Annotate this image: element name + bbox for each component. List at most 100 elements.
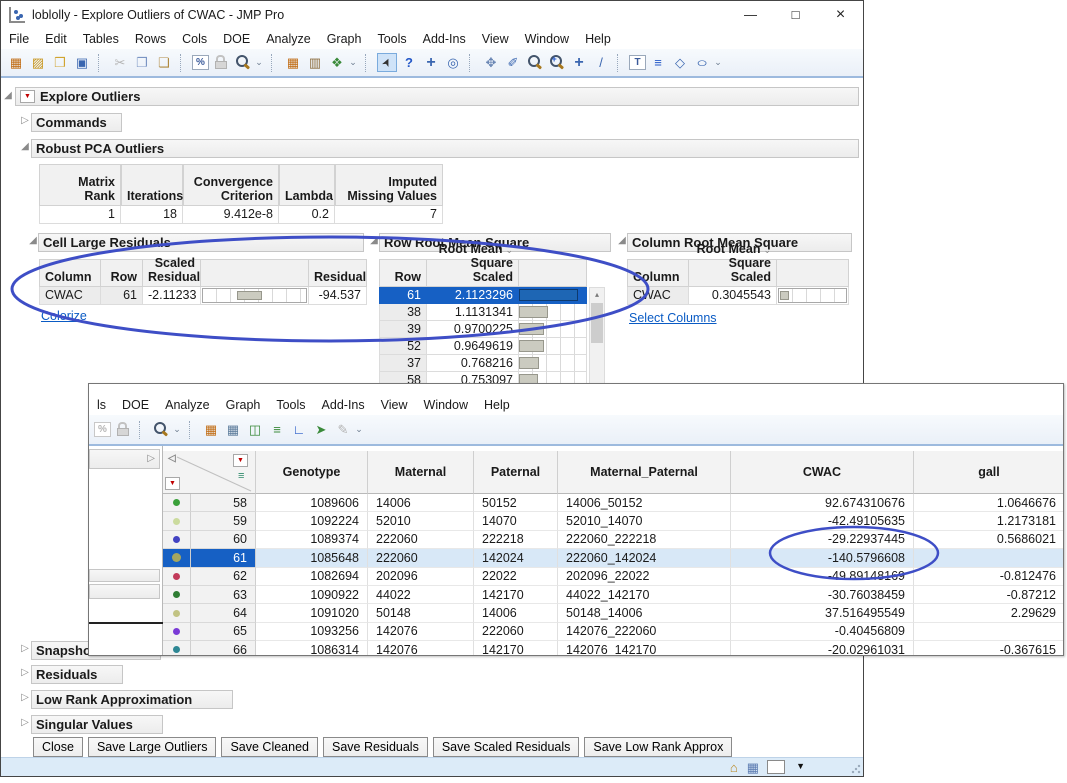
cell-paternal[interactable]: 142170 — [474, 586, 558, 604]
row-state-cell[interactable] — [163, 586, 191, 604]
menu-item-view[interactable]: View — [474, 32, 517, 46]
rows-panel-header-edge[interactable] — [89, 569, 160, 582]
row-state-dot-icon[interactable] — [172, 553, 181, 562]
cell-maternal[interactable]: 44022 — [368, 586, 474, 604]
cell-genotype[interactable]: 1092224 — [256, 512, 368, 530]
row-number-cell[interactable]: 65 — [191, 623, 256, 641]
menu-item-graph[interactable]: Graph — [319, 32, 370, 46]
zoom-in-tool-icon[interactable]: + — [547, 53, 567, 72]
summary-icon[interactable]: ▦ — [223, 420, 243, 439]
menu-item-tools[interactable]: Tools — [369, 32, 414, 46]
lock-icon[interactable] — [211, 53, 231, 72]
table-menu-item-view[interactable]: View — [373, 398, 416, 412]
edit-script-icon[interactable]: ✎ — [333, 420, 353, 439]
save-large-outliers-button[interactable]: Save Large Outliers — [88, 737, 216, 757]
cell-maternal_paternal[interactable]: 202096_22022 — [558, 568, 731, 586]
row-number-cell[interactable]: 60 — [191, 531, 256, 549]
row-number-cell[interactable]: 59 — [191, 512, 256, 530]
column-justify-icon[interactable]: ≡ — [238, 470, 244, 482]
column-header-maternal-paternal[interactable]: Maternal_Paternal — [558, 451, 731, 494]
col-header[interactable]: Residual — [309, 259, 367, 287]
cell-genotype[interactable]: 1090922 — [256, 586, 368, 604]
save-icon[interactable]: ▣ — [72, 53, 92, 72]
cell-gall[interactable]: -0.367615 — [914, 641, 1063, 655]
cell-paternal[interactable]: 222060 — [474, 623, 558, 641]
disclosure-closed-icon[interactable]: ▷ — [20, 667, 30, 678]
scrollbar-thumb[interactable] — [591, 303, 603, 343]
toolbar-overflow-icon[interactable]: ⌄ — [348, 57, 358, 68]
col-header[interactable]: Root Mean⌄ Square Scaled — [689, 259, 777, 287]
column-header-genotype[interactable]: Genotype — [256, 451, 368, 494]
row-number-cell[interactable]: 58 — [191, 494, 256, 512]
cell-gall[interactable] — [914, 623, 1063, 641]
cell-maternal_paternal[interactable]: 142076_222060 — [558, 623, 731, 641]
cell-paternal[interactable]: 14070 — [474, 512, 558, 530]
cell-paternal[interactable]: 142024 — [474, 549, 558, 567]
maximize-button[interactable]: □ — [773, 1, 818, 29]
row-state-cell[interactable] — [163, 641, 191, 655]
row-state-cell[interactable] — [163, 568, 191, 586]
explore-outliers-header[interactable]: ▼ Explore Outliers — [15, 87, 859, 106]
cell-maternal_paternal[interactable]: 52010_14070 — [558, 512, 731, 530]
close-button[interactable]: × — [818, 1, 863, 29]
sort-icon[interactable]: ⌄ — [763, 245, 771, 255]
cell-genotype[interactable]: 1091020 — [256, 604, 368, 622]
home-icon[interactable]: ⌂ — [730, 759, 738, 777]
copy-icon[interactable]: ❐ — [132, 53, 152, 72]
robust-pca-header[interactable]: Robust PCA Outliers — [31, 139, 859, 158]
cell-gall[interactable]: -0.812476 — [914, 568, 1063, 586]
cell-paternal[interactable]: 14006 — [474, 604, 558, 622]
toolbar-overflow-icon[interactable]: ⌄ — [354, 424, 364, 435]
col-header-bar[interactable] — [519, 259, 587, 287]
cell-cwac[interactable]: 37.516495549 — [731, 604, 914, 622]
col-header[interactable]: ScaledResidual — [143, 259, 201, 287]
cell-residual[interactable]: -94.537 — [309, 287, 367, 305]
plot-yx-icon[interactable]: ∟ — [289, 420, 309, 439]
cell-genotype[interactable]: 1082694 — [256, 568, 368, 586]
columns-red-triangle-icon[interactable]: ▼ — [233, 454, 248, 467]
rms-value[interactable]: 0.9649619 — [427, 338, 519, 355]
menu-item-cols[interactable]: Cols — [174, 32, 215, 46]
new-script-icon[interactable]: ▨ — [28, 53, 48, 72]
rms-row-number[interactable]: 52 — [379, 338, 427, 355]
arrow-tool-icon[interactable]: ➤ — [377, 53, 397, 72]
cell-maternal_paternal[interactable]: 142076_142170 — [558, 641, 731, 655]
row-state-cell[interactable] — [163, 623, 191, 641]
colorize-link[interactable]: Colorize — [41, 309, 87, 323]
paste-icon[interactable]: ❏ — [154, 53, 174, 72]
disclosure-open-icon[interactable]: ◢ — [369, 235, 379, 246]
cell-maternal[interactable]: 52010 — [368, 512, 474, 530]
panel-header-singular-values[interactable]: Singular Values — [31, 715, 163, 734]
hand-tool-icon[interactable]: ✥ — [481, 53, 501, 72]
search-icon[interactable] — [151, 420, 171, 439]
cell-row[interactable]: 61 — [101, 287, 143, 305]
cell-maternal_paternal[interactable]: 44022_142170 — [558, 586, 731, 604]
columns-panel-header-edge[interactable] — [89, 584, 160, 599]
window-layout-icon[interactable]: ◫ — [245, 420, 265, 439]
rms-value[interactable]: 2.1123296 — [427, 287, 519, 304]
menu-item-window[interactable]: Window — [517, 32, 577, 46]
cell-cwac[interactable]: 92.674310676 — [731, 494, 914, 512]
preferences-icon[interactable]: % — [192, 55, 209, 70]
journal-icon[interactable]: ▥ — [305, 53, 325, 72]
cell-cwac[interactable]: -0.40456809 — [731, 623, 914, 641]
cell-maternal[interactable]: 222060 — [368, 531, 474, 549]
rms-row-number[interactable]: 39 — [379, 321, 427, 338]
col-header[interactable]: Row — [379, 259, 427, 287]
col-header[interactable]: Row — [101, 259, 143, 287]
table-menu-item-add-ins[interactable]: Add-Ins — [314, 398, 373, 412]
col-header[interactable]: Root Mean⌄ Square Scaled — [427, 259, 519, 287]
row-number-cell[interactable]: 63 — [191, 586, 256, 604]
column-header-gall[interactable]: gall — [914, 451, 1063, 494]
cell-gall[interactable]: 1.0646676 — [914, 494, 1063, 512]
cell-cwac[interactable]: -140.5796608 — [731, 549, 914, 567]
panel-header-low-rank-approximation[interactable]: Low Rank Approximation — [31, 690, 233, 709]
row-rms-row[interactable]: 381.1131341 — [379, 304, 587, 321]
row-rms-row[interactable]: 390.9700225 — [379, 321, 587, 338]
column-header-maternal[interactable]: Maternal — [368, 451, 474, 494]
cell-maternal_paternal[interactable]: 50148_14006 — [558, 604, 731, 622]
scroll-up-icon[interactable]: ▴ — [590, 288, 604, 302]
disclosure-closed-icon[interactable]: ▷ — [20, 643, 30, 654]
cell-maternal_paternal[interactable]: 14006_50152 — [558, 494, 731, 512]
data-table-view-icon[interactable]: ▦ — [283, 53, 303, 72]
